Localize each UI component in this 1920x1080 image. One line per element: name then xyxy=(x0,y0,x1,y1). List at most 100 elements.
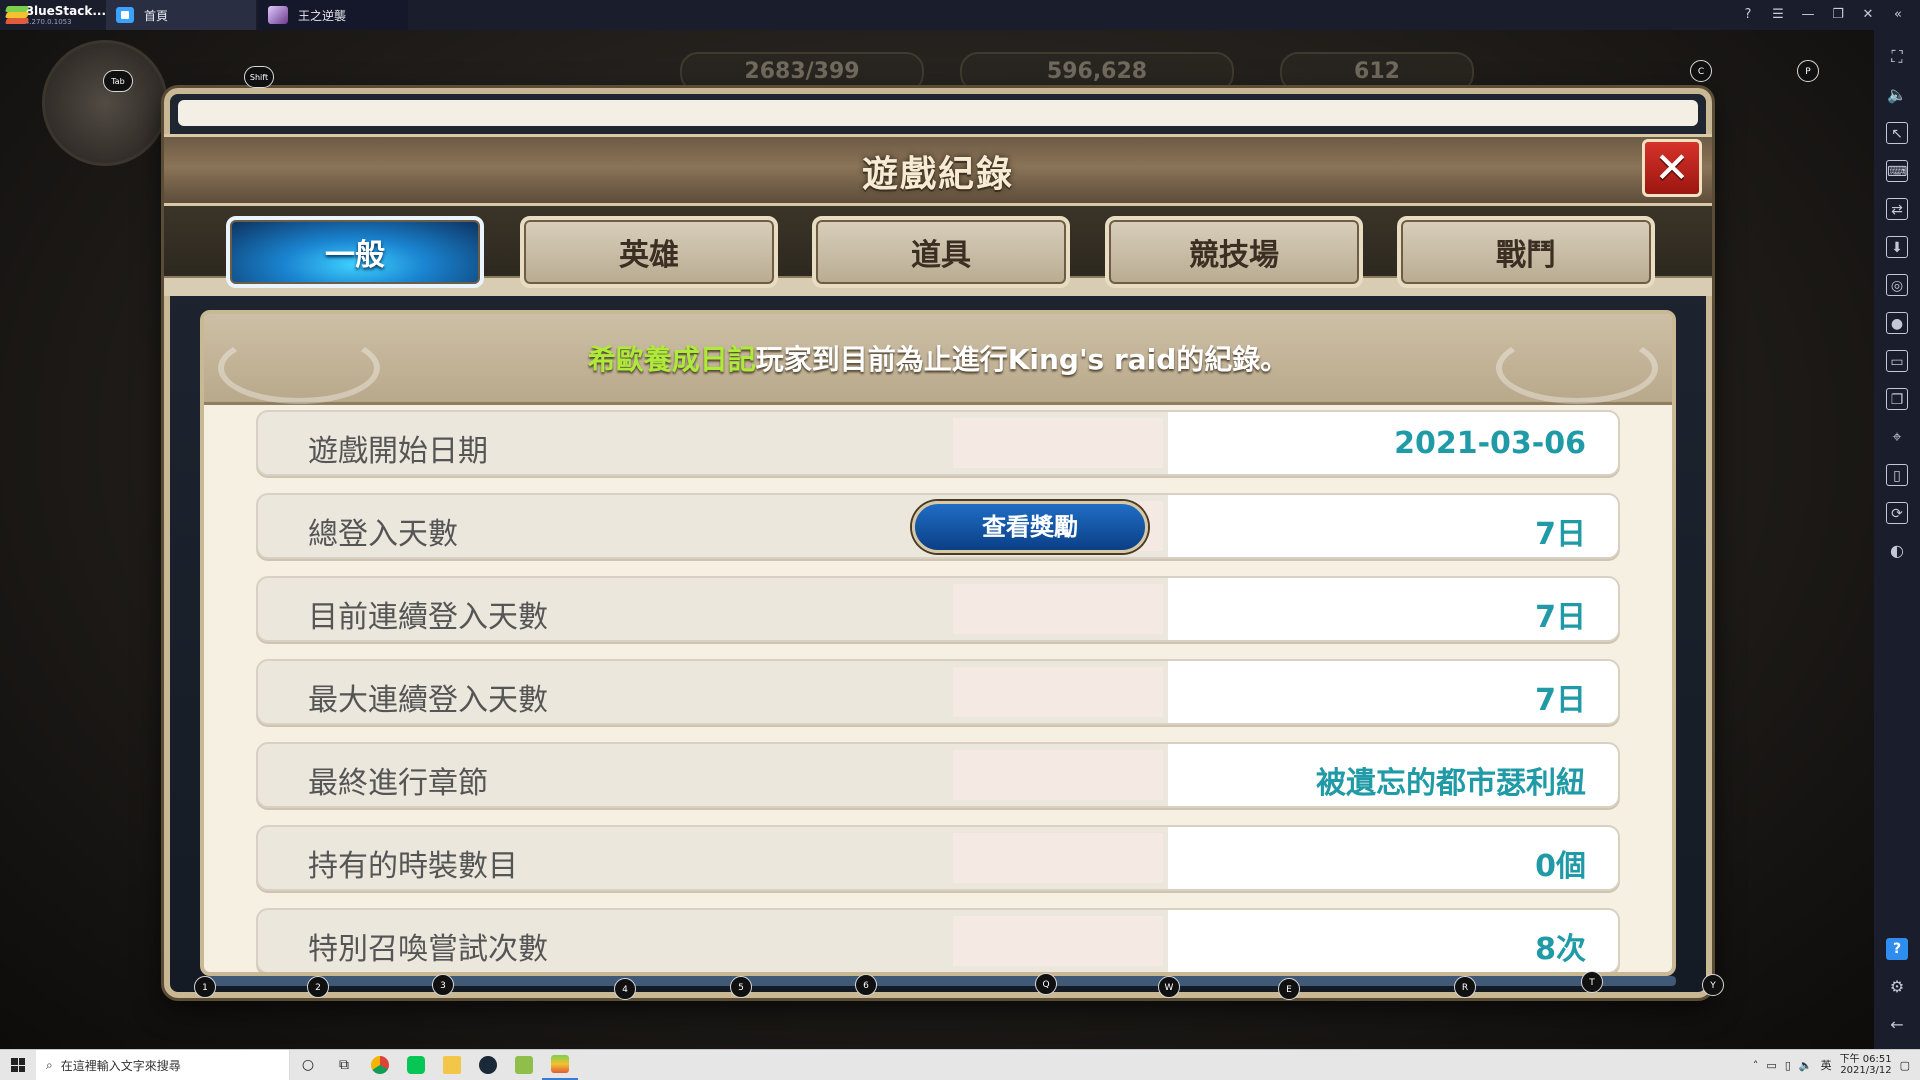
view-reward-button[interactable]: 查看獎勵 xyxy=(912,501,1148,553)
key-hint-shift: Shift xyxy=(244,66,274,88)
record-value: 2021-03-06 xyxy=(1394,426,1586,461)
record-row-current-streak: 目前連續登入天數 7日 xyxy=(256,576,1620,642)
pointer-icon[interactable]: ↖ xyxy=(1886,122,1908,144)
dialog-tab-row: 一般 英雄 道具 競技場 戰鬥 xyxy=(164,206,1712,296)
clock-time: 下午 06:51 xyxy=(1839,1054,1892,1065)
key-hint-t: T xyxy=(1581,971,1603,993)
collapse-sidebar-icon[interactable]: « xyxy=(1890,7,1906,23)
restore-icon[interactable]: ❐ xyxy=(1830,7,1846,23)
player-avatar xyxy=(42,40,168,166)
game-thumbnail-icon xyxy=(268,6,288,24)
game-viewport: 2683/399 596,628 612 Tab Shift C P 1 2 3… xyxy=(0,30,1874,1050)
back-icon[interactable]: ← xyxy=(1886,1014,1908,1036)
location-icon[interactable]: ⌖ xyxy=(1886,426,1908,448)
steam-icon[interactable] xyxy=(470,1050,506,1080)
task-view-icon[interactable]: ⧉ xyxy=(326,1050,362,1080)
game-record-dialog: 遊戲紀錄 ✕ 一般 英雄 道具 競技場 戰鬥 希歐養成日記 玩家到目前為止進行Ki… xyxy=(164,88,1712,998)
help-icon[interactable]: ? xyxy=(1886,938,1908,960)
record-icon[interactable]: ● xyxy=(1886,312,1908,334)
key-hint-q: Q xyxy=(1035,973,1057,995)
windows-logo-icon xyxy=(11,1058,25,1072)
search-icon: ⌕ xyxy=(46,1057,53,1072)
scroll-ornament-left xyxy=(218,332,380,404)
fullscreen-icon[interactable]: ⛶ xyxy=(1886,46,1908,68)
record-label: 特別召喚嘗試次數 xyxy=(308,932,548,967)
tray-expand-icon[interactable]: ˄ xyxy=(1753,1059,1759,1072)
record-label: 目前連續登入天數 xyxy=(308,600,548,635)
record-value: 被遺忘的都市瑟利紐 xyxy=(1316,766,1586,801)
key-hint-5: 5 xyxy=(730,976,752,998)
close-button[interactable]: ✕ xyxy=(1642,139,1702,197)
file-explorer-icon[interactable] xyxy=(434,1050,470,1080)
battery-icon[interactable]: ▯ xyxy=(1785,1059,1791,1072)
cortana-icon[interactable]: ○ xyxy=(290,1050,326,1080)
record-banner: 希歐養成日記 玩家到目前為止進行King's raid的紀錄。 xyxy=(204,314,1672,405)
record-value: 7日 xyxy=(1535,600,1586,635)
record-row-total-login: 總登入天數 查看獎勵 7日 xyxy=(256,493,1620,559)
key-hint-4: 4 xyxy=(614,978,636,1000)
key-hint-y: Y xyxy=(1702,974,1724,996)
help-icon[interactable]: ? xyxy=(1740,7,1756,23)
tab-home[interactable]: 首頁 xyxy=(106,0,256,30)
tab-general[interactable]: 一般 xyxy=(226,216,484,288)
gamepad-icon[interactable]: ◐ xyxy=(1886,540,1908,562)
key-hint-1: 1 xyxy=(194,976,216,998)
search-placeholder: 在這裡輸入文字來搜尋 xyxy=(60,1058,181,1073)
shake-icon[interactable]: ▯ xyxy=(1886,464,1908,486)
clock[interactable]: 下午 06:51 2021/3/12 xyxy=(1840,1054,1892,1076)
tab-items[interactable]: 道具 xyxy=(812,216,1070,288)
network-icon[interactable]: ▭ xyxy=(1766,1059,1776,1072)
settings-icon[interactable]: ⚙ xyxy=(1886,976,1908,998)
record-list[interactable]: 遊戲開始日期 2021-03-06 總登入天數 查看獎勵 7日 目前連續登入天數… xyxy=(256,410,1620,972)
app-icon[interactable] xyxy=(506,1050,542,1080)
gem-counter: 612 xyxy=(1280,52,1474,92)
key-hint-tab: Tab xyxy=(103,70,133,92)
stamina-counter: 2683/399 xyxy=(680,52,924,92)
minimize-icon[interactable]: — xyxy=(1800,7,1816,23)
scroll-ornament-right xyxy=(1496,332,1658,404)
tab-heroes[interactable]: 英雄 xyxy=(520,216,778,288)
multi-instance-icon[interactable]: ❐ xyxy=(1886,388,1908,410)
key-hint-e: E xyxy=(1278,978,1300,1000)
system-tray: ˄ ▭ ▯ 🔈 英 下午 06:51 2021/3/12 ▢ xyxy=(1753,1054,1920,1076)
bluestacks-logo-icon xyxy=(4,6,30,24)
key-hint-2: 2 xyxy=(307,976,329,998)
taskbar-search[interactable]: ⌕ 在這裡輸入文字來搜尋 xyxy=(36,1050,290,1080)
banner-text: 玩家到目前為止進行King's raid的紀錄。 xyxy=(755,343,1289,376)
app-version: 4.270.0.1053 xyxy=(24,17,72,26)
gold-counter: 596,628 xyxy=(960,52,1234,92)
rotate-icon[interactable]: ⟳ xyxy=(1886,502,1908,524)
menu-icon[interactable]: ☰ xyxy=(1770,7,1786,23)
chrome-icon[interactable] xyxy=(362,1050,398,1080)
keyboard-icon[interactable]: ⌨ xyxy=(1886,160,1908,182)
record-label: 遊戲開始日期 xyxy=(308,434,488,469)
key-hint-c: C xyxy=(1690,60,1712,82)
install-apk-icon[interactable]: ⬇ xyxy=(1886,236,1908,258)
close-icon[interactable]: ✕ xyxy=(1860,7,1876,23)
screenshot-icon[interactable]: ◎ xyxy=(1886,274,1908,296)
start-button[interactable] xyxy=(0,1050,36,1080)
input-language[interactable]: 英 xyxy=(1821,1057,1832,1073)
record-label: 總登入天數 xyxy=(308,517,458,552)
line-icon[interactable] xyxy=(398,1050,434,1080)
record-value: 0個 xyxy=(1535,849,1586,884)
key-hint-r: R xyxy=(1454,976,1476,998)
folder-icon[interactable]: ▭ xyxy=(1886,350,1908,372)
screen-rotate-icon[interactable]: ⇄ xyxy=(1886,198,1908,220)
dialog-title: 遊戲紀錄 xyxy=(861,154,1014,195)
record-row-special-summon: 特別召喚嘗試次數 8次 xyxy=(256,908,1620,972)
clock-date: 2021/3/12 xyxy=(1840,1065,1892,1076)
emulator-title-bar: BlueStack... 4.270.0.1053 首頁 王之逆襲 ? ☰ — … xyxy=(0,0,1920,30)
tab-arena[interactable]: 競技場 xyxy=(1105,216,1363,288)
bluestacks-taskbar-icon[interactable] xyxy=(542,1050,578,1080)
volume-icon[interactable]: 🔈 xyxy=(1886,84,1908,106)
dialog-header: 遊戲紀錄 ✕ xyxy=(164,134,1712,206)
notification-icon[interactable]: ▢ xyxy=(1900,1059,1910,1072)
speaker-icon[interactable]: 🔈 xyxy=(1799,1059,1813,1072)
tab-battle[interactable]: 戰鬥 xyxy=(1397,216,1655,288)
close-x-icon: ✕ xyxy=(1654,143,1690,192)
player-name: 希歐養成日記 xyxy=(587,343,756,376)
tab-game[interactable]: 王之逆襲 xyxy=(258,0,408,30)
key-hint-p: P xyxy=(1797,60,1819,82)
record-value: 7日 xyxy=(1535,683,1586,718)
